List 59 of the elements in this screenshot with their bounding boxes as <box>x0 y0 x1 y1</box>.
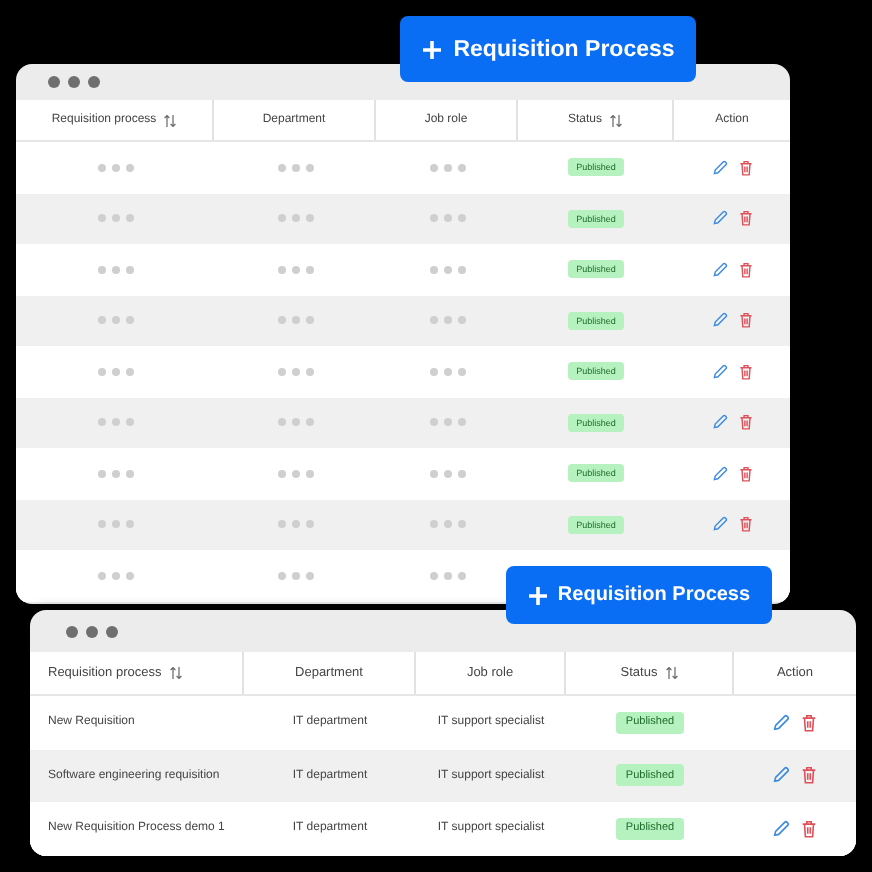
placeholder-dots-icon <box>97 316 133 325</box>
placeholder-dots-icon <box>97 418 133 427</box>
placeholder-dots-icon <box>277 418 313 427</box>
trash-icon[interactable] <box>737 210 753 227</box>
placeholder-dots-icon <box>277 265 313 274</box>
placeholder-dots-icon <box>97 265 133 274</box>
trash-icon[interactable] <box>737 414 753 431</box>
placeholder-dots-icon <box>97 367 133 376</box>
placeholder-dots-icon <box>277 367 313 376</box>
placeholder-dots-icon <box>97 163 133 172</box>
trash-icon[interactable] <box>737 261 753 278</box>
pencil-icon[interactable] <box>772 766 790 785</box>
plus-icon <box>527 585 548 605</box>
add-button[interactable]: Requisition Process <box>400 16 696 82</box>
pencil-icon[interactable] <box>711 516 727 533</box>
placeholder-dots-icon <box>429 367 465 376</box>
placeholder-dots-icon <box>429 418 465 427</box>
pencil-icon[interactable] <box>711 261 727 278</box>
window-controls-icon[interactable] <box>66 625 118 637</box>
trash-icon[interactable] <box>737 465 753 482</box>
placeholder-dots-icon <box>277 469 313 478</box>
placeholder-dots-icon <box>277 520 313 529</box>
sort-icon[interactable] <box>610 113 622 127</box>
placeholder-dots-icon <box>429 214 465 223</box>
plus-icon <box>421 39 442 59</box>
pencil-icon[interactable] <box>711 363 727 380</box>
trash-icon[interactable] <box>800 713 818 732</box>
sort-icon[interactable] <box>164 113 177 127</box>
sort-icon[interactable] <box>665 666 678 680</box>
placeholder-dots-icon <box>277 316 313 325</box>
trash-icon[interactable] <box>737 516 753 533</box>
placeholder-dots-icon <box>429 469 465 478</box>
placeholder-dots-icon <box>97 571 133 580</box>
trash-icon[interactable] <box>737 159 753 176</box>
placeholder-dots-icon <box>277 163 313 172</box>
placeholder-dots-icon <box>429 520 465 529</box>
pencil-icon[interactable] <box>772 713 790 732</box>
placeholder-dots-icon <box>97 214 133 223</box>
placeholder-dots-icon <box>429 265 465 274</box>
trash-icon[interactable] <box>800 766 818 785</box>
placeholder-dots-icon <box>429 571 465 580</box>
pencil-icon[interactable] <box>711 159 727 176</box>
trash-icon[interactable] <box>737 312 753 329</box>
add-button[interactable]: Requisition Process <box>506 566 772 624</box>
placeholder-dots-icon <box>277 214 313 223</box>
sort-icon[interactable] <box>169 666 182 680</box>
placeholder-dots-icon <box>429 163 465 172</box>
placeholder-dots-icon <box>277 571 313 580</box>
pencil-icon[interactable] <box>772 819 790 838</box>
pencil-icon[interactable] <box>711 312 727 329</box>
pencil-icon[interactable] <box>711 210 727 227</box>
trash-icon[interactable] <box>800 819 818 838</box>
pencil-icon[interactable] <box>711 414 727 431</box>
placeholder-dots-icon <box>429 316 465 325</box>
pencil-icon[interactable] <box>711 465 727 482</box>
window-controls-icon[interactable] <box>48 76 100 88</box>
trash-icon[interactable] <box>737 363 753 380</box>
placeholder-dots-icon <box>97 520 133 529</box>
placeholder-dots-icon <box>97 469 133 478</box>
